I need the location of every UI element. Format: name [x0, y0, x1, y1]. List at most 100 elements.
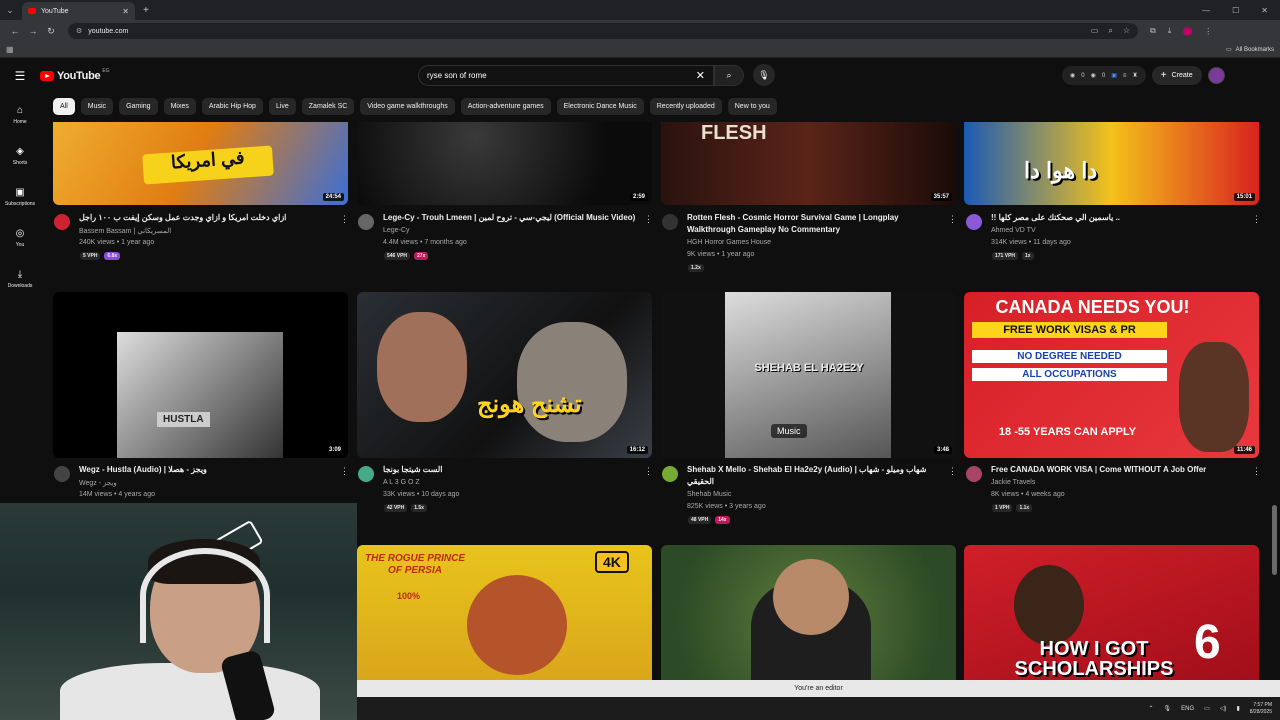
download-icon[interactable]: ⤓: [1168, 26, 1172, 36]
video-thumbnail[interactable]: في امريكا 24:54: [53, 122, 348, 205]
chip-action-adventure[interactable]: Action-adventure games: [460, 98, 551, 115]
chip-edm[interactable]: Electronic Dance Music: [556, 98, 644, 115]
video-menu-icon[interactable]: ⋮: [1252, 214, 1261, 225]
channel-avatar[interactable]: [54, 466, 70, 482]
channel-avatar[interactable]: [358, 466, 374, 482]
video-thumbnail[interactable]: SHEHAB EL HA2E2Y Music 3:48: [661, 292, 956, 458]
search-input[interactable]: ryse son of rome ✕: [418, 65, 714, 86]
channel-name[interactable]: Wegz - ويجز: [79, 479, 117, 487]
chip-walkthroughs[interactable]: Video game walkthroughs: [360, 98, 455, 115]
chip-music[interactable]: Music: [80, 98, 114, 115]
youtube-logo[interactable]: YouTube EG: [40, 68, 110, 82]
video-thumbnail[interactable]: دا هوا دا 15:01: [964, 122, 1259, 205]
chip-live[interactable]: Live: [268, 98, 296, 115]
tray-battery-icon[interactable]: ▮: [1236, 705, 1239, 712]
all-bookmarks-button[interactable]: ▭ All Bookmarks: [1226, 46, 1274, 54]
video-menu-icon[interactable]: ⋮: [340, 466, 349, 477]
menu-kebab-icon[interactable]: ⋮: [1204, 27, 1212, 36]
tab-close-icon[interactable]: ✕: [122, 7, 129, 16]
account-avatar[interactable]: [1207, 67, 1225, 84]
search-button[interactable]: ⌕: [714, 65, 744, 86]
video-thumbnail[interactable]: FLESH 35:57: [661, 122, 956, 205]
chip-all[interactable]: All: [53, 98, 75, 115]
url-input[interactable]: ⚙ youtube.com ▭ ⌕ ☆: [68, 23, 1138, 39]
maximize-icon[interactable]: ☐: [1232, 6, 1239, 15]
video-menu-icon[interactable]: ⋮: [948, 214, 957, 225]
tab-youtube[interactable]: YouTube ✕: [22, 2, 135, 20]
video-title[interactable]: ازاي دخلت امريكا و ازاي وجدت عمل وسكن إي…: [79, 212, 329, 224]
video-menu-icon[interactable]: ⋮: [1252, 466, 1261, 477]
channel-avatar[interactable]: [966, 466, 982, 482]
clear-search-icon[interactable]: ✕: [696, 69, 705, 82]
video-title[interactable]: Rotten Flesh - Cosmic Horror Survival Ga…: [687, 212, 937, 236]
chip-arabic-hip-hop[interactable]: Arabic Hip Hop: [201, 98, 263, 115]
channel-name[interactable]: HGH Horror Games House: [687, 239, 771, 246]
video-thumbnail[interactable]: HUSTLA 3:09: [53, 292, 348, 458]
channel-avatar[interactable]: [662, 214, 678, 230]
tray-mic-icon[interactable]: 🎙︎: [1164, 705, 1172, 712]
voice-search-button[interactable]: 🎙︎: [753, 64, 775, 86]
duration-badge: 16:12: [626, 446, 648, 454]
channel-avatar[interactable]: [54, 214, 70, 230]
video-thumbnail[interactable]: 2:59: [357, 122, 652, 205]
channel-name[interactable]: Bassem Bassam | المسريكاني: [79, 227, 171, 235]
video-menu-icon[interactable]: ⋮: [644, 466, 653, 477]
vph-badge: 171 VPH: [992, 252, 1019, 260]
cast-icon[interactable]: ▭: [1091, 26, 1099, 36]
video-title[interactable]: Shehab X Mello - Shehab El Ha2e2y (Audio…: [687, 464, 937, 488]
channel-name[interactable]: Lege-Cy: [383, 227, 409, 234]
extensions-icon[interactable]: ⧉: [1150, 26, 1156, 36]
video-title[interactable]: !! ياسمين الي صحكتك على مصر كلها ..: [991, 212, 1241, 224]
site-info-icon[interactable]: ⚙: [76, 27, 82, 35]
video-title[interactable]: Free CANADA WORK VISA | Come WITHOUT A J…: [991, 464, 1241, 476]
hamburger-menu-icon[interactable]: ☰: [0, 69, 40, 83]
chip-zamalek[interactable]: Zamalek SC: [301, 98, 355, 115]
create-button[interactable]: + Create: [1151, 66, 1202, 85]
video-menu-icon[interactable]: ⋮: [340, 214, 349, 225]
video-stats: 14M views • 4 years ago: [79, 491, 155, 498]
video-thumbnail[interactable]: [661, 545, 956, 680]
trophy-icon: ♜: [1132, 73, 1138, 79]
chip-mixes[interactable]: Mixes: [163, 98, 196, 115]
language-indicator[interactable]: ENG: [1181, 706, 1194, 712]
channel-name[interactable]: Shehab Music: [687, 491, 731, 498]
video-thumbnail[interactable]: CANADA NEEDS YOU! FREE WORK VISAS & PR N…: [964, 292, 1259, 458]
close-window-icon[interactable]: ✕: [1261, 6, 1268, 15]
profile-icon[interactable]: [1183, 26, 1193, 36]
apps-grid-icon[interactable]: ▦: [6, 45, 14, 54]
tray-chevron-icon[interactable]: ⌃: [1148, 705, 1153, 712]
system-clock[interactable]: 7:57 PM 8/28/2025: [1250, 702, 1272, 716]
video-thumbnail[interactable]: تشنح هونج 16:12: [357, 292, 652, 458]
video-thumbnail[interactable]: HOW I GOT SCHOLARSHIPS 6: [964, 545, 1259, 680]
page-scrollbar[interactable]: [1272, 505, 1277, 575]
video-thumbnail[interactable]: THE ROGUE PRINCE OF PERSIA 100% 4K: [357, 545, 652, 680]
tab-search-icon[interactable]: ⌄: [0, 0, 20, 20]
chip-recently-uploaded[interactable]: Recently uploaded: [649, 98, 722, 115]
thumb-face: [517, 322, 627, 442]
channel-avatar[interactable]: [662, 466, 678, 482]
video-menu-icon[interactable]: ⋮: [948, 466, 957, 477]
minimize-icon[interactable]: —: [1202, 6, 1210, 15]
video-title[interactable]: Wegz - Hustla (Audio) | ويجز - هصلا: [79, 464, 329, 476]
channel-name[interactable]: Ahmed VD TV: [991, 227, 1036, 234]
back-icon[interactable]: ←: [6, 26, 24, 36]
extension-stats-pill[interactable]: ◉ 0 ◉ 0 ▣ ≡ ♜: [1062, 66, 1146, 85]
video-title[interactable]: الست شيتجا بونجا: [383, 464, 633, 476]
video-menu-icon[interactable]: ⋮: [644, 214, 653, 225]
video-title[interactable]: Lege-Cy - Trouh Lmeen | ليجي-سي - تروح ل…: [383, 212, 638, 224]
thumb-album-art: SHEHAB EL HA2E2Y Music: [725, 292, 891, 458]
tray-network-icon[interactable]: ▭: [1204, 705, 1210, 712]
tray-volume-icon[interactable]: ◁): [1220, 705, 1227, 712]
zoom-icon[interactable]: ⌕: [1108, 26, 1112, 36]
bookmark-star-icon[interactable]: ☆: [1123, 26, 1130, 36]
chip-gaming[interactable]: Gaming: [119, 98, 158, 115]
thumb-line: NO DEGREE NEEDED: [972, 350, 1167, 363]
channel-avatar[interactable]: [358, 214, 374, 230]
new-tab-icon[interactable]: +: [143, 5, 149, 16]
channel-avatar[interactable]: [966, 214, 982, 230]
forward-icon[interactable]: →: [24, 26, 42, 36]
channel-name[interactable]: A L 3 G O Z: [383, 479, 420, 486]
chip-new-to-you[interactable]: New to you: [727, 98, 777, 115]
channel-name[interactable]: Jackie Travels: [991, 479, 1035, 486]
reload-icon[interactable]: ↻: [42, 26, 60, 37]
